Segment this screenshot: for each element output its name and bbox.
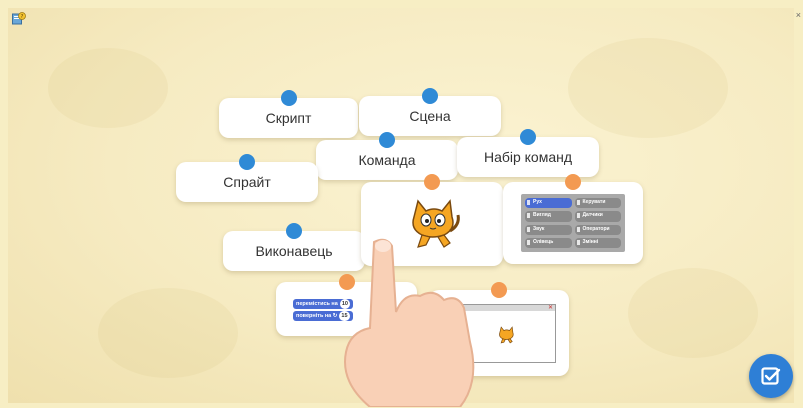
pointing-hand-icon bbox=[344, 238, 475, 407]
check-button[interactable] bbox=[749, 354, 793, 398]
connector-dot[interactable] bbox=[379, 132, 395, 148]
card-sprite[interactable]: Спрайт bbox=[176, 154, 318, 202]
palette-item: Рух bbox=[525, 198, 572, 209]
block-palette: Рух Керувати Вигляд Датчики Звук Операто… bbox=[521, 194, 625, 252]
card-label: Виконавець bbox=[255, 243, 333, 259]
card-scene[interactable]: Сцена bbox=[359, 88, 501, 136]
corner-close-icon[interactable]: × bbox=[796, 10, 801, 20]
palette-item: Оператори bbox=[574, 224, 621, 235]
close-icon: ✕ bbox=[547, 304, 553, 311]
palette-item: Звук bbox=[525, 224, 572, 235]
palette-item: Керувати bbox=[574, 198, 621, 209]
help-icon[interactable]: ? bbox=[12, 12, 26, 25]
check-icon bbox=[761, 367, 781, 385]
connector-dot[interactable] bbox=[422, 88, 438, 104]
card-label: Скрипт bbox=[265, 110, 312, 126]
palette-item: Вигляд bbox=[525, 211, 572, 222]
connector-dot[interactable] bbox=[424, 174, 440, 190]
card-label: Спрайт bbox=[223, 174, 271, 190]
card-command-set[interactable]: Набір команд bbox=[457, 129, 599, 177]
connector-dot[interactable] bbox=[280, 90, 297, 106]
connector-dot[interactable] bbox=[239, 154, 255, 170]
palette-item: Датчики bbox=[574, 211, 621, 222]
connector-dot[interactable] bbox=[565, 174, 581, 190]
card-script[interactable]: Скрипт bbox=[219, 90, 358, 138]
palette-item: Змінні bbox=[574, 237, 621, 248]
connector-dot[interactable] bbox=[520, 129, 536, 145]
palette-item: Олівець bbox=[525, 237, 572, 248]
card-label: Команда bbox=[358, 152, 416, 168]
card-label: Набір команд bbox=[483, 149, 573, 165]
connector-dot[interactable] bbox=[286, 223, 302, 239]
card-label: Сцена bbox=[409, 108, 451, 124]
card-command[interactable]: Команда bbox=[316, 132, 458, 180]
picture-card-command-set[interactable]: Рух Керувати Вигляд Датчики Звук Операто… bbox=[503, 174, 643, 264]
svg-text:?: ? bbox=[21, 14, 24, 20]
